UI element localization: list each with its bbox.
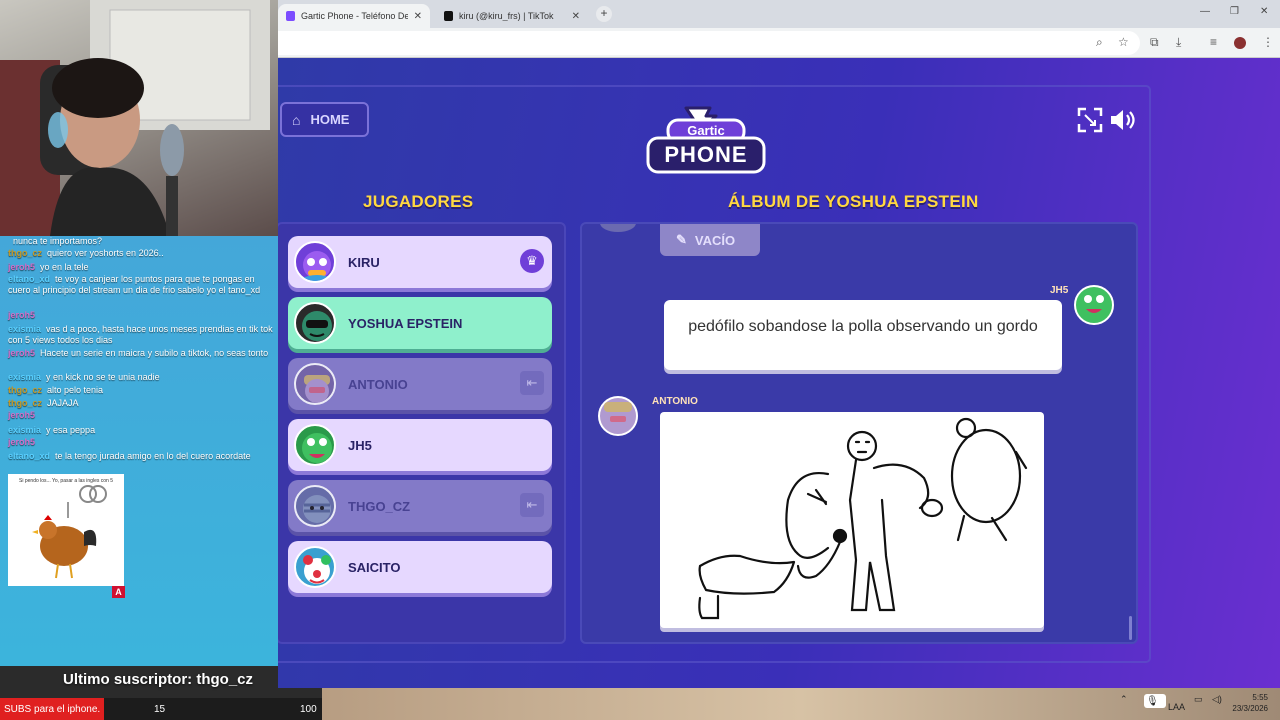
new-tab-button[interactable]: +: [596, 6, 612, 22]
player-card: YOSHUA EPSTEIN: [288, 297, 552, 349]
minimize-icon[interactable]: —: [1200, 6, 1210, 17]
exit-icon: ⇤: [520, 371, 544, 395]
mic-icon[interactable]: 🎙: [1146, 696, 1159, 707]
album-panel: ✎ VACÍO JH5 pedófilo sobandose la polla …: [580, 222, 1138, 644]
tab-tiktok[interactable]: kiru (@kiru_frs) | TikTok ✕: [436, 4, 588, 28]
chat-message: jeroh5 Hacete un serie en maicra y subilo…: [8, 348, 269, 358]
player-avatar: [294, 241, 336, 283]
translate-icon[interactable]: ⧉: [1150, 35, 1159, 50]
url-field[interactable]: [278, 31, 1140, 55]
sub-goal-ticker: SUBS para el iphone. 15 100: [0, 698, 322, 720]
drawing-entry: [660, 412, 1044, 628]
player-card: ANTONIO ⇤: [288, 358, 552, 410]
chat-message: eltano_xd te la tengo jurada amigo en lo …: [8, 451, 251, 461]
speaker-icon[interactable]: ◁): [1212, 694, 1222, 705]
pencil-icon: ✎: [676, 232, 687, 247]
text-entry-bubble: pedófilo sobandose la polla observando u…: [664, 300, 1062, 370]
players-panel: KIRU ♛ YOSHUA EPSTEIN ANTONIO ⇤ JH5 THGO…: [278, 222, 566, 644]
home-button[interactable]: ⌂ HOME: [280, 102, 369, 137]
player-card: KIRU ♛: [288, 236, 552, 288]
windows-taskbar: ⌃ LAA 🎙 ▭ ◁) 5:55 23/3/2026: [322, 688, 1280, 720]
bookmark-star-icon[interactable]: ☆: [1118, 35, 1129, 49]
tiktok-favicon-icon: [444, 11, 454, 21]
media-control-icon[interactable]: ≡: [1210, 35, 1217, 49]
gartic-favicon-icon: [286, 11, 296, 21]
browser-tabbar: Gartic Phone - Teléfono Descon ✕ kiru (@…: [278, 0, 1280, 28]
chat-message: exismia y en kick no se te unia nadie: [8, 372, 160, 382]
close-window-icon[interactable]: ✕: [1260, 6, 1268, 17]
volume-icon[interactable]: [1108, 106, 1136, 134]
entry-author: JH5: [1050, 285, 1069, 296]
close-icon[interactable]: ✕: [572, 11, 580, 22]
chat-message: exismia y esa peppa: [8, 425, 96, 435]
players-title: JUGADORES: [363, 192, 474, 211]
chat-message: exismia vas d a poco, hasta hace unos mes…: [8, 324, 273, 345]
chat-message: eltano_xd te voy a canjear los puntos par…: [8, 274, 261, 295]
chevron-up-icon[interactable]: ⌃: [1120, 694, 1128, 705]
gartic-phone-logo: Gartic PHONE: [646, 104, 766, 176]
player-avatar: [294, 424, 336, 466]
player-card: JH5: [288, 419, 552, 471]
chat-message: jeroh5: [8, 437, 36, 447]
webcam-feed: [0, 0, 278, 236]
menu-kebab-icon[interactable]: ⋮: [1262, 35, 1274, 49]
language-indicator[interactable]: LAA: [1168, 702, 1185, 712]
fullscreen-icon[interactable]: [1076, 106, 1104, 134]
chat-message: thgo_cz quiero ver yoshorts en 2026..: [8, 248, 164, 258]
a-badge: A: [112, 586, 125, 598]
album-scrollbar[interactable]: [1129, 616, 1132, 640]
clock[interactable]: 5:55 23/3/2026: [1232, 692, 1268, 714]
monitor-icon[interactable]: ▭: [1194, 694, 1203, 705]
gartic-phone-game: ⌂ HOME Gartic PHONE JUGADORES ÁLBUM DE Y…: [278, 58, 1280, 688]
chat-message: jeroh5 yo en la tele: [8, 262, 89, 272]
empty-entry: ✎ VACÍO: [660, 224, 760, 256]
last-subscriber: Ultimo suscriptor: thgo_cz: [63, 671, 254, 688]
stream-chat: nunca te importamos? thgo_cz quiero ver y…: [0, 236, 278, 666]
profile-avatar[interactable]: [1234, 37, 1246, 49]
close-icon[interactable]: ✕: [414, 11, 422, 22]
entry-author: ANTONIO: [652, 396, 698, 407]
entry-avatar: [1074, 285, 1114, 325]
entry-avatar: [598, 396, 638, 436]
player-card: SAICITO: [288, 541, 552, 593]
exit-icon: ⇤: [520, 493, 544, 517]
chat-message: jeroh5: [8, 310, 36, 320]
player-avatar: [294, 363, 336, 405]
maximize-icon[interactable]: ❐: [1230, 6, 1239, 17]
avatar: [600, 224, 636, 232]
player-avatar: [294, 546, 336, 588]
album-title: ÁLBUM DE YOSHUA EPSTEIN: [728, 192, 979, 211]
chat-message: thgo_cz JAJAJA: [8, 398, 79, 408]
zoom-icon[interactable]: ⌕: [1096, 35, 1103, 50]
house-icon: ⌂: [292, 111, 301, 128]
crown-icon: ♛: [520, 249, 544, 273]
player-avatar: [294, 485, 336, 527]
chat-message: nunca te importamos?: [13, 236, 103, 246]
player-card: THGO_CZ ⇤: [288, 480, 552, 532]
chat-message: thgo_cz alto pelo tenia: [8, 385, 104, 395]
chat-message: jeroh5: [8, 410, 36, 420]
tab-gartic[interactable]: Gartic Phone - Teléfono Descon ✕: [278, 4, 430, 28]
chicken-sticker: Si pendo los... Yo, pasar a las ingles c…: [8, 474, 124, 586]
address-bar: ⌕ ☆ ⧉ ⤓ ≡ ⋮: [278, 28, 1280, 58]
player-avatar: [294, 302, 336, 344]
download-icon[interactable]: ⤓: [1176, 35, 1181, 50]
